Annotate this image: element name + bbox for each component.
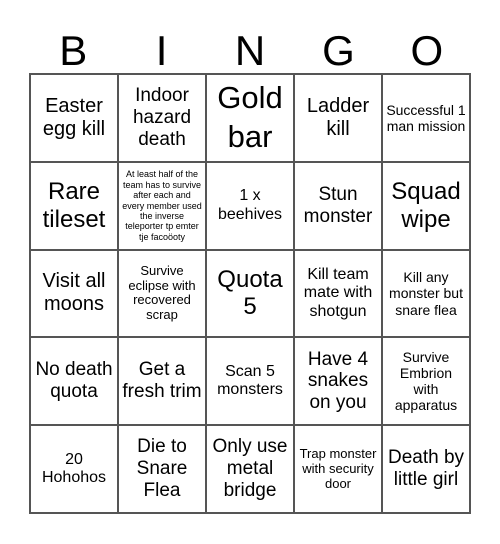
bingo-cell[interactable]: Have 4 snakes on you xyxy=(294,337,382,426)
bingo-cell[interactable]: Get a fresh trim xyxy=(118,337,206,426)
bingo-cell[interactable]: At least half of the team has to survive… xyxy=(118,161,206,250)
bingo-cell[interactable]: No death quota xyxy=(30,337,118,426)
bingo-cell[interactable]: Kill team mate with shotgun xyxy=(294,249,382,338)
bingo-cell[interactable]: Kill any monster but snare flea xyxy=(382,249,470,338)
bingo-cell[interactable]: 20 Hohohos xyxy=(30,425,118,513)
header-letter-n: N xyxy=(234,27,266,74)
bingo-cell[interactable]: Visit all moons xyxy=(30,249,118,338)
bingo-cell[interactable]: Easter egg kill xyxy=(30,74,118,162)
bingo-cell[interactable]: Death by little girl xyxy=(382,425,470,513)
bingo-cell[interactable]: Indoor hazard death xyxy=(118,74,206,162)
header-letter-o: O xyxy=(410,27,444,74)
bingo-grid: Easter egg kill Indoor hazard death Gold… xyxy=(29,73,471,514)
bingo-cell[interactable]: Quota 5 xyxy=(206,249,294,338)
bingo-cell[interactable]: Successful 1 man mission xyxy=(382,74,470,162)
bingo-cell[interactable]: Die to Snare Flea xyxy=(118,425,206,513)
bingo-cell[interactable]: Only use metal bridge xyxy=(206,425,294,513)
bingo-cell[interactable]: Gold bar xyxy=(206,74,294,162)
bingo-header: B I N G O xyxy=(29,28,471,73)
header-letter-i: I xyxy=(155,27,168,74)
bingo-cell[interactable]: Squad wipe xyxy=(382,161,470,250)
bingo-cell[interactable]: Trap monster with security door xyxy=(294,425,382,513)
bingo-cell[interactable]: Rare tileset xyxy=(30,161,118,250)
bingo-cell[interactable]: Survive eclipse with recovered scrap xyxy=(118,249,206,338)
bingo-cell[interactable]: Survive Embrion with apparatus xyxy=(382,337,470,426)
bingo-cell[interactable]: Stun monster xyxy=(294,161,382,250)
bingo-cell[interactable]: Ladder kill xyxy=(294,74,382,162)
bingo-cell[interactable]: Scan 5 monsters xyxy=(206,337,294,426)
header-letter-b: B xyxy=(59,27,88,74)
header-letter-g: G xyxy=(322,27,355,74)
bingo-cell[interactable]: 1 x beehives xyxy=(206,161,294,250)
